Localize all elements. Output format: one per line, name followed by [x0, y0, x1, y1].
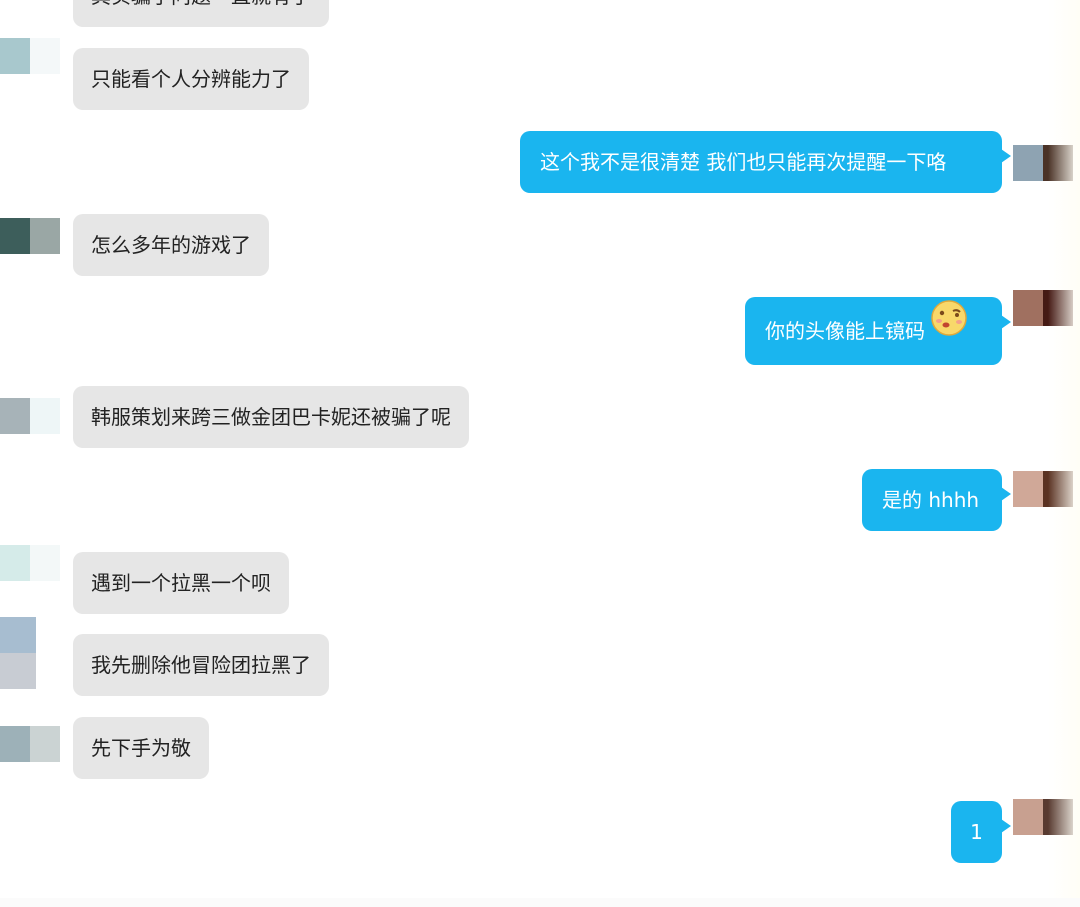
message-text: 1 — [970, 820, 983, 844]
message-bubble-outgoing[interactable]: 是的 hhhh — [862, 469, 1011, 531]
message-text: 只能看个人分辨能力了 — [91, 67, 291, 91]
message-bubble-incoming[interactable]: 遇到一个拉黑一个呗 — [73, 552, 289, 614]
message-bubble-incoming[interactable]: 先下手为敬 — [73, 717, 209, 779]
contact-avatar[interactable] — [0, 398, 60, 434]
message-text: 你的头像能上镜码 — [765, 319, 925, 343]
message-text: 怎么多年的游戏了 — [91, 233, 251, 257]
message-text: 先下手为敬 — [91, 736, 191, 760]
bottom-edge — [0, 898, 1080, 907]
message-bubble-incoming[interactable]: 只能看个人分辨能力了 — [73, 48, 309, 110]
message-text: 韩服策划来跨三做金团巴卡妮还被骗了呢 — [91, 405, 451, 429]
message-text: 我先删除他冒险团拉黑了 — [91, 653, 311, 677]
chat-window: 其实骗子问题一直就有了 只能看个人分辨能力了 这个我不是很清楚 我们也只能再次提… — [0, 0, 1080, 907]
kiss-face-emoji-icon — [929, 297, 969, 365]
contact-avatar[interactable] — [0, 617, 36, 689]
message-text: 遇到一个拉黑一个呗 — [91, 571, 271, 595]
message-bubble-outgoing[interactable]: 这个我不是很清楚 我们也只能再次提醒一下咯 — [520, 131, 1011, 193]
message-text: 其实骗子问题一直就有了 — [91, 0, 311, 8]
message-text: 这个我不是很清楚 我们也只能再次提醒一下咯 — [540, 150, 947, 174]
message-bubble-incoming[interactable]: 怎么多年的游戏了 — [73, 214, 269, 276]
contact-avatar[interactable] — [0, 545, 60, 581]
scroll-edge-fade — [1048, 0, 1080, 907]
contact-avatar[interactable] — [0, 218, 60, 254]
contact-avatar[interactable] — [0, 38, 60, 74]
contact-avatar[interactable] — [0, 726, 60, 762]
message-bubble-incoming[interactable]: 其实骗子问题一直就有了 — [73, 0, 329, 27]
message-bubble-outgoing[interactable]: 1 — [951, 801, 1011, 863]
message-text: 是的 hhhh — [882, 488, 980, 512]
message-bubble-outgoing[interactable]: 你的头像能上镜码 — [745, 297, 1011, 365]
message-bubble-incoming[interactable]: 我先删除他冒险团拉黑了 — [73, 634, 329, 696]
message-bubble-incoming[interactable]: 韩服策划来跨三做金团巴卡妮还被骗了呢 — [73, 386, 469, 448]
